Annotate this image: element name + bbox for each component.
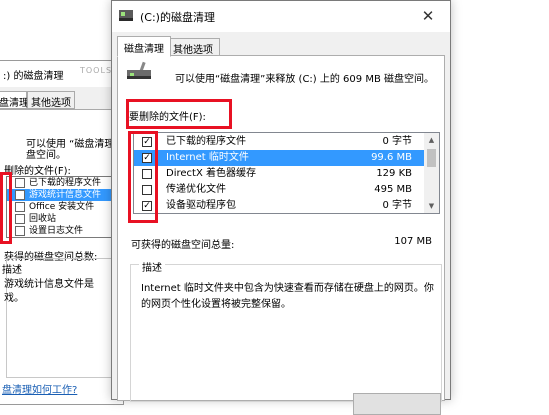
scroll-thumb[interactable] [427,149,436,167]
background-desc-line2: 戏。 [4,293,24,304]
description-text: Internet 临时文件夹中包含为快速查看而存储在硬盘上的网页。你的网页个性化… [141,283,434,310]
window-title: (C:)的磁盘清理 [140,11,215,24]
checkbox[interactable] [15,214,25,224]
description-group: 描述 Internet 临时文件夹中包含为快速查看而存储在硬盘上的网页。你的网页… [130,259,442,415]
item-size: 129 KB [376,168,412,179]
background-tab-other[interactable]: 其他选项 [27,91,75,109]
file-list[interactable]: ✓ 已下载的程序文件 0 字节 ✓ Internet 临时文件 99.6 MB … [133,132,440,214]
checkbox[interactable] [15,190,25,200]
close-button[interactable]: ✕ [406,1,450,32]
highlight-box-checkboxes [128,131,158,223]
highlight-box-label [126,99,232,129]
total-space-value: 107 MB [394,236,432,247]
background-desc-legend: 描述 [2,265,22,276]
background-list-item[interactable]: 设置日志文件 [7,225,113,237]
scroll-up-icon[interactable]: ▲ [424,133,439,147]
list-item[interactable]: ✓ 已下载的程序文件 0 字节 [134,134,426,150]
list-item[interactable]: DirectX 着色器缓存 129 KB [134,166,426,182]
scroll-down-icon[interactable]: ▼ [424,199,439,213]
tab-other-options[interactable]: 其他选项 [166,38,220,56]
item-name: 已下载的程序文件 [166,136,246,147]
item-size: 0 字节 [382,136,412,147]
drive-icon [119,10,133,21]
title-bar[interactable]: (C:)的磁盘清理 ✕ [112,1,450,32]
disk-cleanup-icon [127,61,151,82]
background-intro-line2: 盘空间。 [26,150,66,161]
list-item[interactable]: 传递优化文件 495 MB [134,182,426,198]
description-legend: 描述 [139,259,165,274]
background-highlight-box [0,172,12,244]
background-list-item[interactable]: Office 安装文件 [7,201,113,213]
item-name: 传递优化文件 [166,184,226,195]
item-size: 99.6 MB [371,152,412,163]
item-size: 0 字节 [382,200,412,211]
background-file-list: 已下载的程序文件 游戏统计信息文件 Office 安装文件 回收站 设置日志文件 [6,176,114,238]
disk-cleanup-window: (C:)的磁盘清理 ✕ 磁盘清理 其他选项 可以使用“磁盘清理”来释放 (C:)… [111,0,451,415]
background-list-item[interactable]: 已下载的程序文件 [7,177,113,189]
item-name: Internet 临时文件 [166,152,249,163]
tab-panel: 可以使用“磁盘清理”来释放 (C:) 上的 609 MB 磁盘空间。 要删除的文… [117,55,445,415]
background-help-link[interactable]: 盘清理如何工作? [2,381,77,396]
checkbox[interactable] [15,178,25,188]
checkbox[interactable] [15,226,25,236]
background-desc-line1: 游戏统计信息文件是 [4,279,94,290]
background-list-item[interactable]: 回收站 [7,213,113,225]
list-item[interactable]: ✓ 设备驱动程序包 0 字节 [134,198,426,213]
background-list-item[interactable]: 游戏统计信息文件 [7,189,113,201]
background-tabs: 盘清理 其他选项 [0,91,123,109]
tab-disk-cleanup[interactable]: 磁盘清理 [117,36,171,57]
item-size: 495 MB [374,184,412,195]
total-space-label: 可获得的磁盘空间总量: [131,240,235,251]
view-files-button[interactable] [353,393,441,415]
checkbox[interactable] [15,202,25,212]
list-scrollbar[interactable]: ▲ ▼ [424,133,439,213]
intro-text: 可以使用“磁盘清理”来释放 (C:) 上的 609 MB 磁盘空间。 [175,74,434,85]
background-tab-cleanup[interactable]: 盘清理 [0,91,29,109]
list-item[interactable]: ✓ Internet 临时文件 99.6 MB [134,150,426,166]
background-files-label: 删除的文件(F): [4,166,71,177]
background-watermark: TOOLS [80,66,113,75]
tab-strip: 磁盘清理 其他选项 [112,36,450,57]
item-name: 设备驱动程序包 [166,200,236,211]
item-name: DirectX 着色器缓存 [166,168,256,179]
